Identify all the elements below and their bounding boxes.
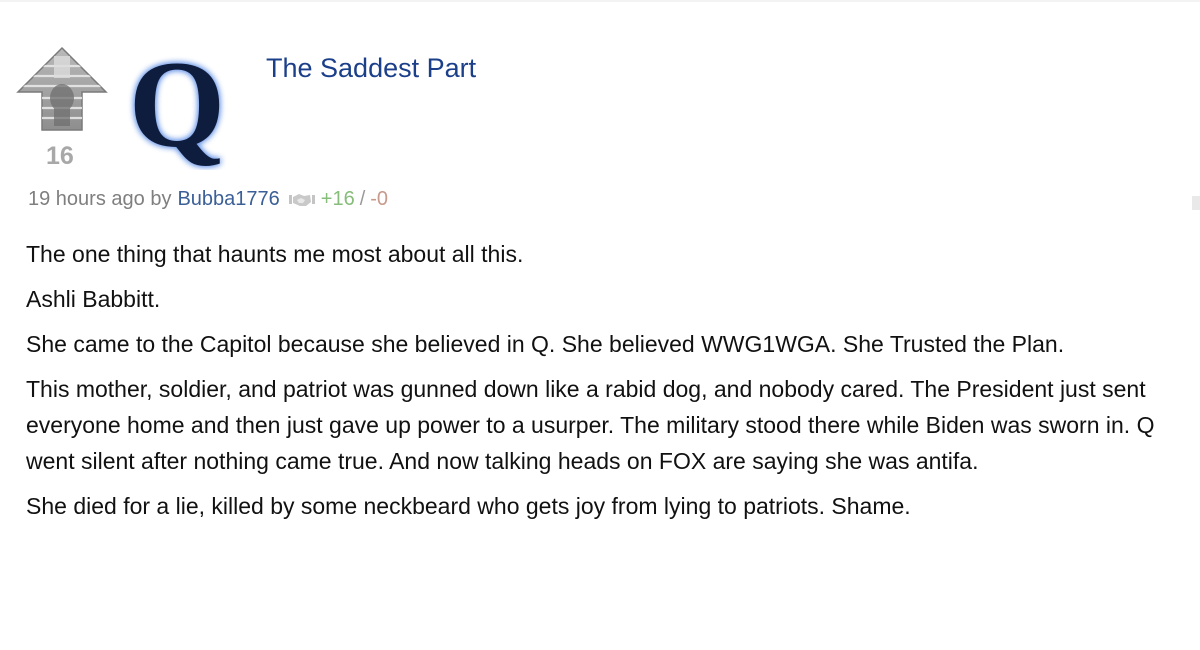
top-divider bbox=[0, 0, 1200, 2]
vote-box: 16 bbox=[16, 46, 108, 176]
q-logo-icon: Q Q bbox=[129, 44, 225, 170]
author-link[interactable]: Bubba1776 bbox=[177, 188, 279, 211]
post-time: 19 hours ago by bbox=[28, 188, 172, 210]
downvote-count: -0 bbox=[370, 188, 389, 210]
upvote-count: +16 bbox=[320, 188, 355, 210]
body-paragraph: She came to the Capitol because she beli… bbox=[26, 331, 1065, 357]
body-paragraph: This mother, soldier, and patriot was gu… bbox=[26, 376, 1155, 474]
post-title-link[interactable]: The Saddest Part bbox=[266, 53, 476, 84]
vote-separator: / bbox=[359, 188, 366, 210]
post-body: The one thing that haunts me most about … bbox=[26, 236, 1176, 533]
body-paragraph: She died for a lie, killed by some neckb… bbox=[26, 493, 911, 519]
scrollbar-edge[interactable] bbox=[1192, 196, 1200, 210]
body-paragraph: Ashli Babbitt. bbox=[26, 286, 161, 312]
post-page: 16 Q Q The Saddest Part 19 hours ago by … bbox=[0, 0, 1200, 650]
body-paragraph: The one thing that haunts me most about … bbox=[26, 241, 524, 267]
upvote-arrow-icon[interactable] bbox=[16, 46, 108, 132]
post-meta: 19 hours ago by Bubba1776 +16 / -0 bbox=[28, 188, 388, 211]
post-score: 16 bbox=[46, 142, 74, 170]
q-logo-letter: Q bbox=[129, 44, 225, 170]
handshake-icon bbox=[288, 193, 315, 206]
